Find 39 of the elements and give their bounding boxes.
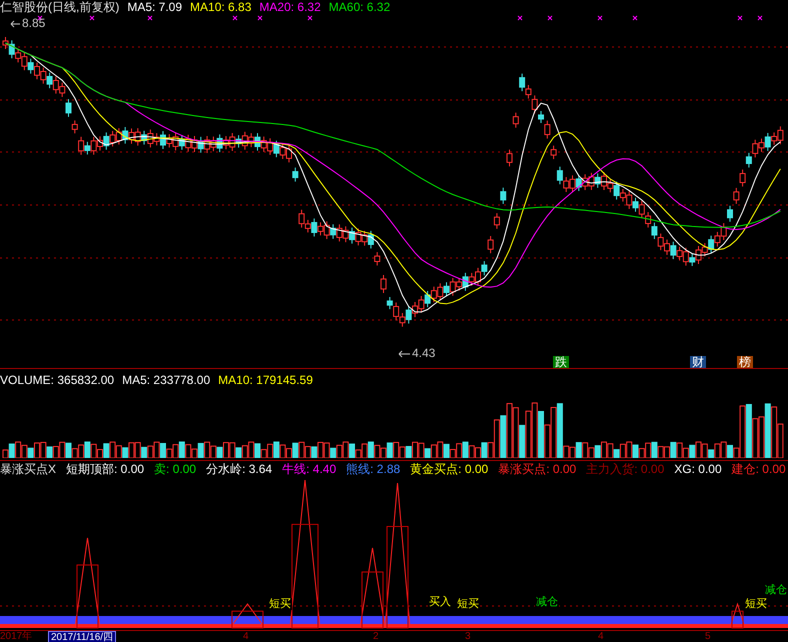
moving-average-value: MA10: 6.83 [190, 0, 252, 14]
indicator-value: 主力入货: 0.00 [586, 462, 664, 476]
indicator-value: 暴涨买点: 0.00 [498, 462, 576, 476]
event-badge: 榜 [737, 356, 753, 369]
arrow-icon [398, 350, 410, 358]
month-label: 4 [598, 631, 604, 642]
volume-value: MA5: 233778.00 [122, 373, 210, 387]
volume-value: VOLUME: 365832.00 [0, 373, 114, 387]
indicator-value: XG: 0.00 [674, 462, 722, 476]
signal-label: 减仓 [535, 596, 559, 608]
month-label: 5 [705, 631, 711, 642]
moving-average-value: MA5: 7.09 [127, 0, 182, 14]
high-price-label: 8.85 [22, 16, 46, 30]
indicator-value: 短期顶部: 0.00 [66, 462, 144, 476]
month-label: 2 [373, 631, 379, 642]
volume-value: MA10: 179145.59 [218, 373, 313, 387]
moving-average-value: MA20: 6.32 [259, 0, 321, 14]
low-price-label: 4.43 [412, 346, 436, 360]
month-label: 4 [243, 631, 249, 642]
indicator-value: 卖: 0.00 [154, 462, 196, 476]
event-badge: 跌 [553, 356, 569, 369]
event-badge: 财 [690, 356, 706, 369]
arrow-icon [10, 20, 20, 28]
signal-label: 短买 [744, 598, 768, 610]
moving-average-value: MA60: 6.32 [328, 0, 390, 14]
signal-label: 买入 [428, 596, 452, 608]
indicator-title: 暴涨买点X [0, 462, 56, 476]
stock-title: 仁智股份(日线,前复权) [0, 0, 120, 14]
date-label: 2017/11/16/四 [48, 631, 116, 642]
indicator-value: 建仓: 0.00 [732, 462, 786, 476]
month-label: 3 [465, 631, 471, 642]
signal-label: 短买 [456, 598, 480, 610]
signal-label: 短买 [268, 598, 292, 610]
indicator-value: 黄金买点: 0.00 [410, 462, 488, 476]
indicator-value: 分水岭: 3.64 [206, 462, 272, 476]
signal-label: 减仓 [764, 584, 788, 596]
year-label: 2017年 [0, 631, 32, 642]
indicator-value: 熊线: 2.88 [346, 462, 400, 476]
indicator-value: 牛线: 4.40 [282, 462, 336, 476]
